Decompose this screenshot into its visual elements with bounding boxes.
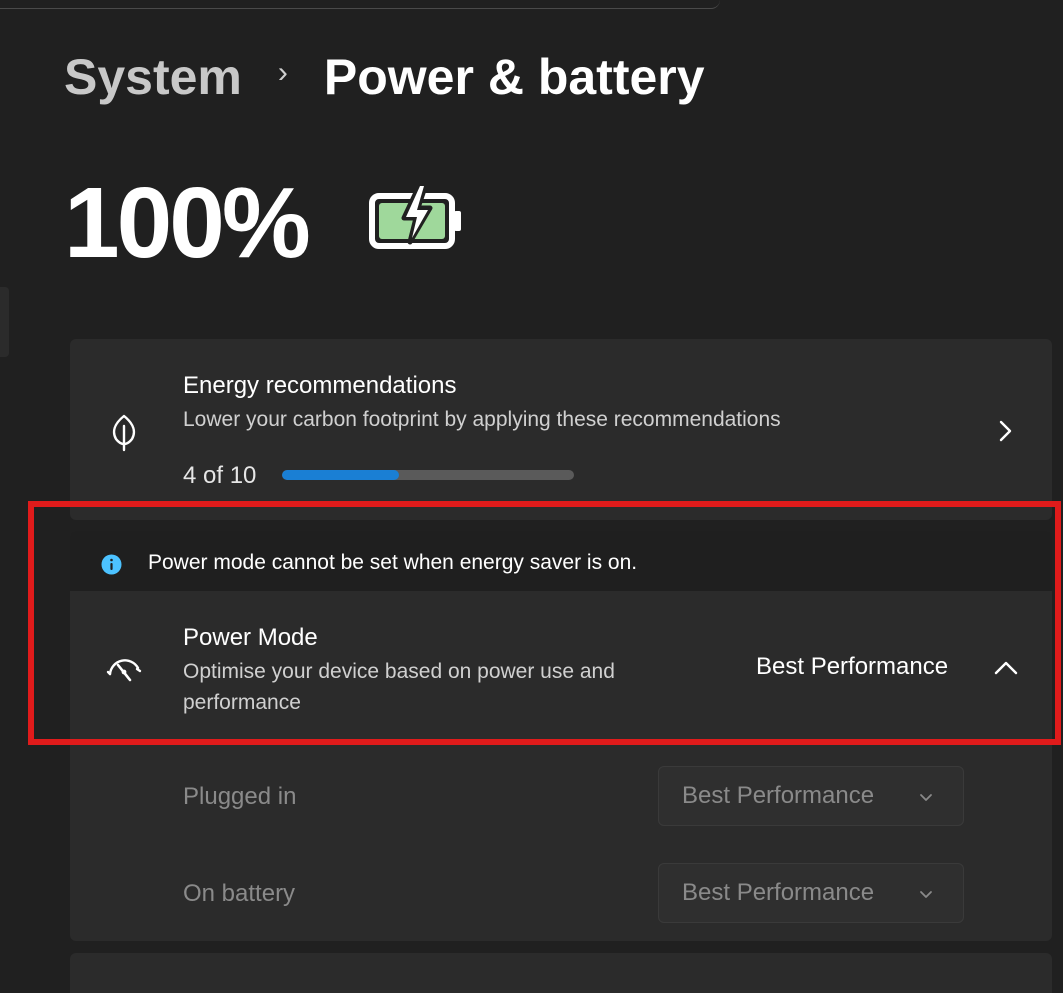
recommendations-progress-label: 4 of 10	[183, 462, 257, 489]
page-title: Power & battery	[323, 49, 705, 105]
next-settings-card[interactable]	[70, 953, 1052, 993]
on-battery-dropdown-value: Best Performance	[682, 879, 875, 906]
power-mode-subtitle-line1: Optimise your device based on power use …	[183, 660, 615, 683]
breadcrumb-parent-link[interactable]: System	[64, 48, 242, 106]
battery-percentage: 100%	[64, 167, 311, 279]
plugged-in-label: Plugged in	[183, 783, 297, 810]
chevron-down-icon	[920, 891, 932, 898]
on-battery-dropdown[interactable]: Best Performance	[658, 863, 964, 923]
power-mode-subtitle-line2: performance	[183, 691, 301, 714]
on-battery-label: On battery	[183, 880, 296, 907]
chevron-right-icon[interactable]	[994, 418, 1016, 444]
energy-recommendations-subtitle: Lower your carbon footprint by applying …	[183, 408, 781, 431]
power-mode-title: Power Mode	[183, 624, 318, 651]
recommendations-progress-bar	[282, 470, 574, 480]
settings-window: System › Power & battery 100% Energy rec…	[0, 0, 1063, 993]
breadcrumb: System › Power & battery	[64, 42, 705, 112]
plugged-in-dropdown[interactable]: Best Performance	[658, 766, 964, 826]
recommendations-progress-fill	[282, 470, 399, 480]
title-bar-edge	[0, 0, 720, 9]
speedometer-icon	[106, 659, 142, 682]
battery-charging-icon	[369, 182, 461, 249]
power-mode-value: Best Performance	[756, 653, 949, 680]
leaf-icon	[112, 414, 136, 452]
info-icon	[101, 554, 122, 575]
energy-recommendations-title: Energy recommendations	[183, 372, 457, 399]
chevron-down-icon	[920, 794, 932, 801]
info-message: Power mode cannot be set when energy sav…	[148, 551, 638, 574]
plugged-in-dropdown-value: Best Performance	[682, 782, 875, 809]
nav-pane-edge	[0, 287, 9, 357]
chevron-up-icon[interactable]	[992, 657, 1020, 679]
breadcrumb-separator: ›	[277, 56, 288, 89]
